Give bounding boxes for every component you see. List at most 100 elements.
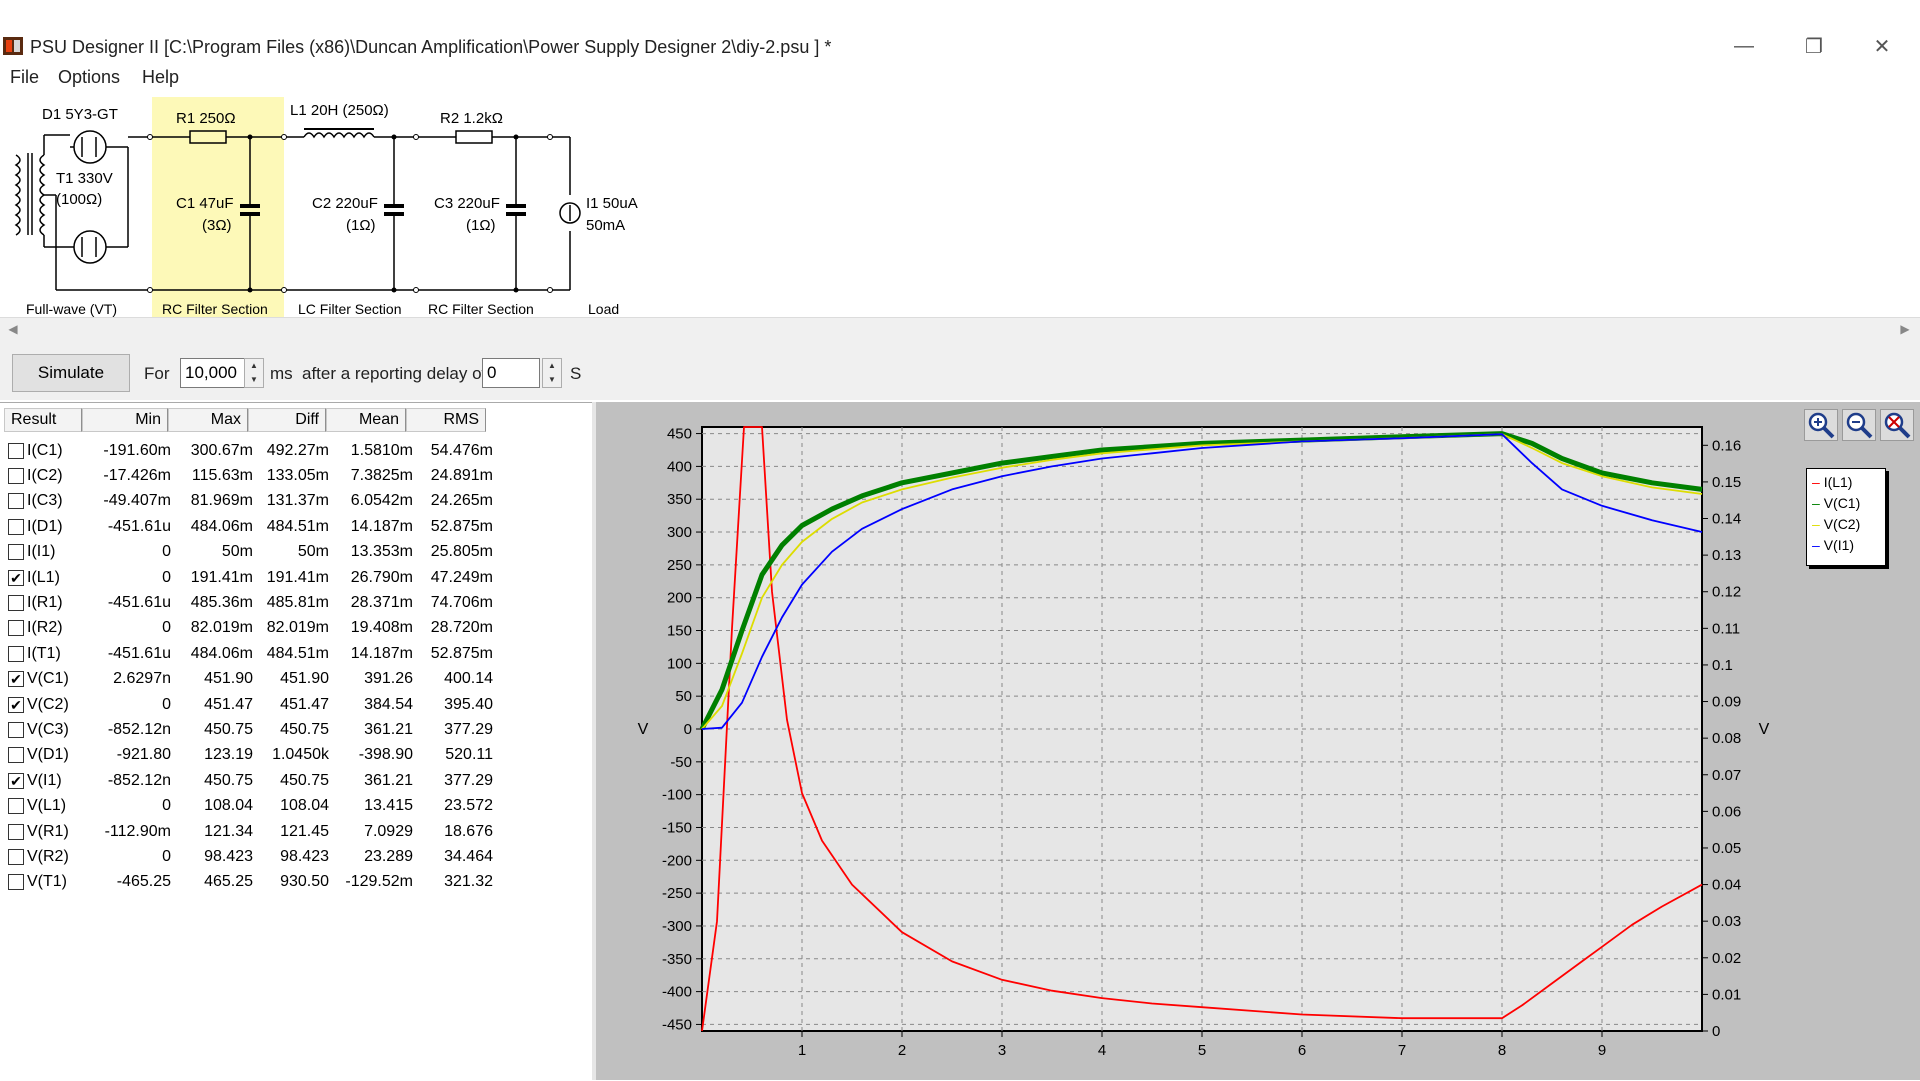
cell-mean: -129.52m [345,873,413,891]
cell-name: V(R1) [27,822,69,840]
cell-min: -451.61u [107,593,171,611]
app-icon [2,36,24,56]
cell-min: 0 [162,847,171,865]
scroll-left-icon[interactable]: ◀ [2,320,24,338]
ms-label: ms [270,364,293,383]
series-checkbox[interactable] [8,645,24,662]
delay-stepper[interactable]: ▲ ▼ [542,358,562,388]
table-row[interactable]: I(I1) 0 50m 50m 13.353m 25.805m [8,540,493,565]
schematic-scrollbar[interactable] [0,317,1920,343]
zoom-reset-icon[interactable] [1880,409,1914,441]
section-load[interactable]: Load [588,301,619,317]
series-checkbox[interactable] [8,874,24,891]
y2-tick-label: 0.07 [1712,767,1741,784]
col-rms[interactable]: RMS [406,408,486,432]
y-tick-label: -100 [662,787,692,804]
menu-help[interactable]: Help [142,67,179,88]
y-tick-label: 100 [667,655,692,672]
close-button[interactable]: ✕ [1862,30,1902,62]
seconds-label: S [570,364,582,383]
zoom-in-icon[interactable] [1804,409,1838,441]
series-checkbox[interactable]: ✔ [8,696,24,713]
series-checkbox[interactable] [8,467,24,484]
col-max[interactable]: Max [168,408,248,432]
table-row[interactable]: V(D1) -921.80 123.19 1.0450k -398.90 520.11 [8,743,493,768]
section-rc-filter-2[interactable]: RC Filter Section [428,301,534,317]
section-rc-filter-1[interactable]: RC Filter Section [162,301,268,317]
scroll-right-icon[interactable]: ▶ [1894,320,1916,338]
table-row[interactable]: V(C3) -852.12n 450.75 450.75 361.21 377.29 [8,717,493,742]
section-lc-filter[interactable]: LC Filter Section [298,301,401,317]
cell-max: 115.63m [191,466,253,484]
table-row[interactable]: I(C1) -191.60m 300.67m 492.27m 1.5810m 54.476… [8,438,493,463]
table-row[interactable]: ✔ V(I1) -852.12n 450.75 450.75 361.21 377.29 [8,768,493,793]
minimize-button[interactable]: — [1724,30,1764,62]
table-row[interactable]: I(C3) -49.407m 81.969m 131.37m 6.0542m 24.265… [8,489,493,514]
cell-rms: 52.875m [430,517,493,535]
table-row[interactable]: V(R1) -112.90m 121.34 121.45 7.0929 18.676 [8,819,493,844]
cell-rms: 52.875m [430,644,493,662]
table-row[interactable]: ✔ V(C1) 2.6297n 451.90 451.90 391.26 400.14 [8,667,493,692]
legend-label: V(I1) [1823,537,1855,553]
series-checkbox[interactable] [8,721,24,738]
cell-mean: 1.5810m [350,441,413,459]
table-row[interactable]: ✔ V(C2) 0 451.47 451.47 384.54 395.40 [8,692,493,717]
legend-item: – V(I1) [1812,537,1854,553]
simulate-button[interactable]: Simulate [12,354,130,392]
cell-name: V(C2) [27,695,69,713]
cell-mean: 14.187m [350,517,413,535]
table-row[interactable]: I(D1) -451.61u 484.06m 484.51m 14.187m 52.875… [8,514,493,539]
cell-rms: 25.805m [430,543,493,561]
table-row[interactable]: I(R2) 0 82.019m 82.019m 19.408m 28.720m [8,616,493,641]
col-mean[interactable]: Mean [326,408,406,432]
delay-input[interactable] [482,358,540,388]
cell-min: -921.80 [116,746,171,764]
table-row[interactable]: ✔ I(L1) 0 191.41m 191.41m 26.790m 47.249m [8,565,493,590]
series-checkbox[interactable] [8,620,24,637]
series-checkbox[interactable] [8,848,24,865]
menu-options[interactable]: Options [58,67,120,88]
series-checkbox[interactable] [8,747,24,764]
cell-rms: 23.572 [444,797,493,815]
table-row[interactable]: V(R2) 0 98.423 98.423 23.289 34.464 [8,844,493,869]
col-result[interactable]: Result [4,408,82,432]
cell-max: 484.06m [190,644,253,662]
cell-rms: 18.676 [444,822,493,840]
table-row[interactable]: V(T1) -465.25 465.25 930.50 -129.52m 321.32 [8,870,493,895]
table-row[interactable]: V(L1) 0 108.04 108.04 13.415 23.572 [8,794,493,819]
col-min[interactable]: Min [82,408,168,432]
series-checkbox[interactable]: ✔ [8,569,24,586]
x-tick-label: 1 [798,1042,806,1059]
duration-input[interactable] [180,358,248,388]
series-checkbox[interactable] [8,518,24,535]
label-l1: L1 20H (250Ω) [290,102,389,119]
y2-axis-label: V [1759,721,1770,738]
section-full-wave[interactable]: Full-wave (VT) [26,301,117,317]
label-r2: R2 1.2kΩ [440,110,503,127]
cell-diff: 131.37m [266,492,329,510]
series-checkbox[interactable] [8,823,24,840]
series-checkbox[interactable]: ✔ [8,772,24,789]
table-row[interactable]: I(C2) -17.426m 115.63m 133.05m 7.3825m 24.891… [8,463,493,488]
maximize-button[interactable]: ❐ [1794,30,1834,62]
series-checkbox[interactable] [8,594,24,611]
series-checkbox[interactable]: ✔ [8,671,24,688]
table-row[interactable]: I(T1) -451.61u 484.06m 484.51m 14.187m 52.875… [8,641,493,666]
cell-name: V(D1) [27,746,69,764]
cell-max: 123.19 [204,746,253,764]
series-checkbox[interactable] [8,798,24,815]
duration-stepper[interactable]: ▲ ▼ [244,358,264,388]
series-checkbox[interactable] [8,493,24,510]
menu-file[interactable]: File [10,67,39,88]
series-checkbox[interactable] [8,544,24,561]
x-tick-label: 2 [898,1042,906,1059]
series-checkbox[interactable] [8,442,24,459]
y2-tick-label: 0.01 [1712,986,1741,1003]
x-tick-label: 9 [1598,1042,1606,1059]
col-diff[interactable]: Diff [248,408,326,432]
zoom-out-icon[interactable] [1842,409,1876,441]
x-tick-label: 3 [998,1042,1006,1059]
label-t1-resistance: (100Ω) [56,191,103,208]
table-row[interactable]: I(R1) -451.61u 485.36m 485.81m 28.371m 74.706… [8,590,493,615]
y2-tick-label: 0.04 [1712,877,1741,894]
